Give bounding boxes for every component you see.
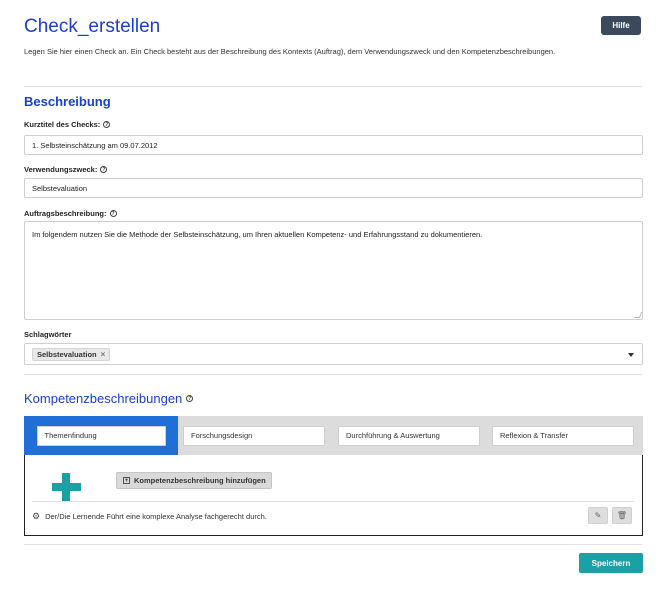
auftragsbeschreibung-label: Auftragsbeschreibung: ? xyxy=(24,209,117,218)
question-circle-icon[interactable]: ? xyxy=(186,395,194,402)
tab-forschungsdesign[interactable]: Forschungsdesign xyxy=(178,416,330,455)
tab-label: Durchführung & Auswertung xyxy=(338,425,480,446)
list-item-text: Der/Die Lernende Führt eine komplexe Ana… xyxy=(45,512,267,521)
help-button[interactable]: Hilfe xyxy=(601,16,641,35)
schlagwoerter-label: Schlagwörter xyxy=(24,330,72,339)
divider xyxy=(24,374,642,375)
tab-bar: Themenfindung Forschungsdesign Durchführ… xyxy=(24,416,643,455)
kurztitel-input[interactable]: 1. Selbsteinschätzung am 09.07.2012 xyxy=(24,135,643,155)
kurztitel-label-text: Kurztitel des Checks: xyxy=(24,120,101,129)
add-kompetenz-label: Kompetenzbeschreibung hinzufügen xyxy=(134,476,266,485)
divider xyxy=(24,86,642,87)
divider xyxy=(32,501,634,502)
tab-reflexion[interactable]: Reflexion & Transfer xyxy=(487,416,639,455)
section-title-kompetenz: Kompetenzbeschreibungen ? xyxy=(24,391,194,406)
edit-icon: ✎ xyxy=(594,511,602,520)
tag-chip: Selbstevaluation × xyxy=(32,347,111,361)
tag-label: Selbstevaluation xyxy=(37,349,97,359)
plus-icon[interactable] xyxy=(62,473,70,501)
tab-panel xyxy=(24,455,643,536)
kurztitel-label: Kurztitel des Checks: ? xyxy=(24,120,111,129)
list-item: ⚙ Der/Die Lernende Führt eine komplexe A… xyxy=(32,511,267,522)
intro-text: Legen Sie hier einen Check an. Ein Check… xyxy=(24,47,556,56)
plus-square-icon: + xyxy=(123,477,130,484)
resize-handle-icon[interactable] xyxy=(633,312,643,318)
chevron-down-icon[interactable] xyxy=(628,353,634,357)
delete-button[interactable]: 🗑 xyxy=(612,507,632,524)
verwendungszweck-label: Verwendungszweck: ? xyxy=(24,165,108,174)
tab-label: Reflexion & Transfer xyxy=(492,425,634,446)
divider xyxy=(24,544,642,545)
save-button[interactable]: Speichern xyxy=(579,553,643,573)
schlagwoerter-select[interactable]: Selbstevaluation × xyxy=(24,343,643,365)
auftragsbeschreibung-label-text: Auftragsbeschreibung: xyxy=(24,209,107,218)
section-title-beschreibung: Beschreibung xyxy=(24,94,111,109)
tab-label: Themenfindung xyxy=(36,425,166,446)
page-title: Check_erstellen xyxy=(24,16,161,37)
auftragsbeschreibung-textarea[interactable]: Im folgendem nutzen Sie die Methode der … xyxy=(24,221,643,320)
verwendungszweck-input[interactable]: Selbstevaluation xyxy=(24,178,643,198)
tab-label: Forschungsdesign xyxy=(183,425,325,446)
verwendungszweck-label-text: Verwendungszweck: xyxy=(24,165,98,174)
add-kompetenz-button[interactable]: + Kompetenzbeschreibung hinzufügen xyxy=(116,472,272,489)
tab-durchfuehrung[interactable]: Durchführung & Auswertung xyxy=(333,416,485,455)
tab-themenfindung[interactable]: Themenfindung xyxy=(24,416,178,455)
section-title-kompetenz-text: Kompetenzbeschreibungen xyxy=(24,391,183,406)
trash-icon: 🗑 xyxy=(616,511,628,520)
question-circle-icon[interactable]: ? xyxy=(109,210,117,217)
edit-button[interactable]: ✎ xyxy=(588,507,608,524)
close-icon[interactable]: × xyxy=(101,350,106,359)
question-circle-icon[interactable]: ? xyxy=(103,121,111,128)
gears-icon: ⚙ xyxy=(32,511,41,521)
question-circle-icon[interactable]: ? xyxy=(100,166,108,173)
auftragsbeschreibung-text: Im folgendem nutzen Sie die Methode der … xyxy=(32,230,483,239)
